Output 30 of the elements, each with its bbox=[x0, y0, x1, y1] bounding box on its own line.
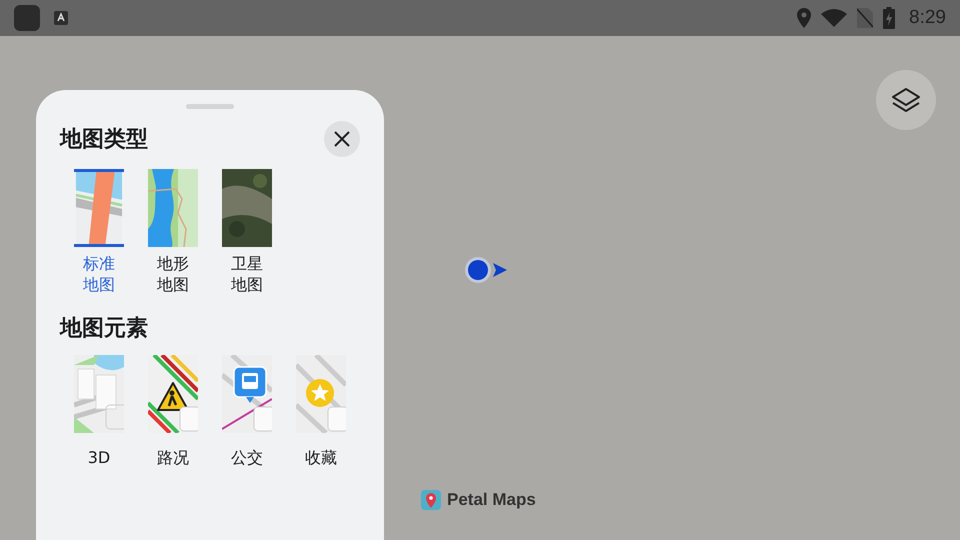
map-logo-text: Petal Maps bbox=[447, 490, 536, 510]
map-option-tile[interactable]: 3D bbox=[74, 355, 124, 468]
tile-label: 3D bbox=[88, 447, 110, 468]
tile-label: 卫星地图 bbox=[231, 253, 263, 295]
clock-time: 8:29 bbox=[909, 7, 946, 29]
tile-label: 收藏 bbox=[305, 447, 337, 468]
section-title: 地图元素 bbox=[60, 316, 148, 341]
close-icon bbox=[334, 131, 350, 147]
map-option-tile[interactable]: 公交 bbox=[222, 355, 272, 468]
map-canvas[interactable]: Petal Maps 地图类型 标准地图 地形地图 卫星地图 地图元素 3D 路况 公交 收藏 bbox=[0, 36, 960, 540]
map-option-tile[interactable]: 地形地图 bbox=[148, 169, 198, 295]
drag-handle[interactable] bbox=[186, 104, 234, 109]
battery-charging-icon bbox=[883, 7, 896, 29]
map-option-tile[interactable]: 标准地图 bbox=[74, 169, 124, 295]
tile-label: 路况 bbox=[157, 447, 189, 468]
tile-label: 公交 bbox=[231, 447, 263, 468]
app-icon bbox=[14, 5, 40, 31]
keyboard-icon bbox=[54, 11, 68, 25]
close-button[interactable] bbox=[324, 121, 360, 157]
map-option-tile[interactable]: 收藏 bbox=[296, 355, 346, 468]
no-sim-icon bbox=[857, 8, 874, 28]
pin-icon bbox=[421, 490, 441, 510]
tile-label: 标准地图 bbox=[83, 253, 115, 295]
map-option-tile[interactable]: 路况 bbox=[148, 355, 198, 468]
section-title: 地图类型 bbox=[60, 126, 148, 154]
location-icon bbox=[797, 8, 812, 28]
tile-label: 地形地图 bbox=[157, 253, 189, 295]
map-option-tile[interactable]: 卫星地图 bbox=[222, 169, 272, 295]
wifi-icon bbox=[821, 9, 848, 27]
layers-icon bbox=[891, 87, 921, 113]
